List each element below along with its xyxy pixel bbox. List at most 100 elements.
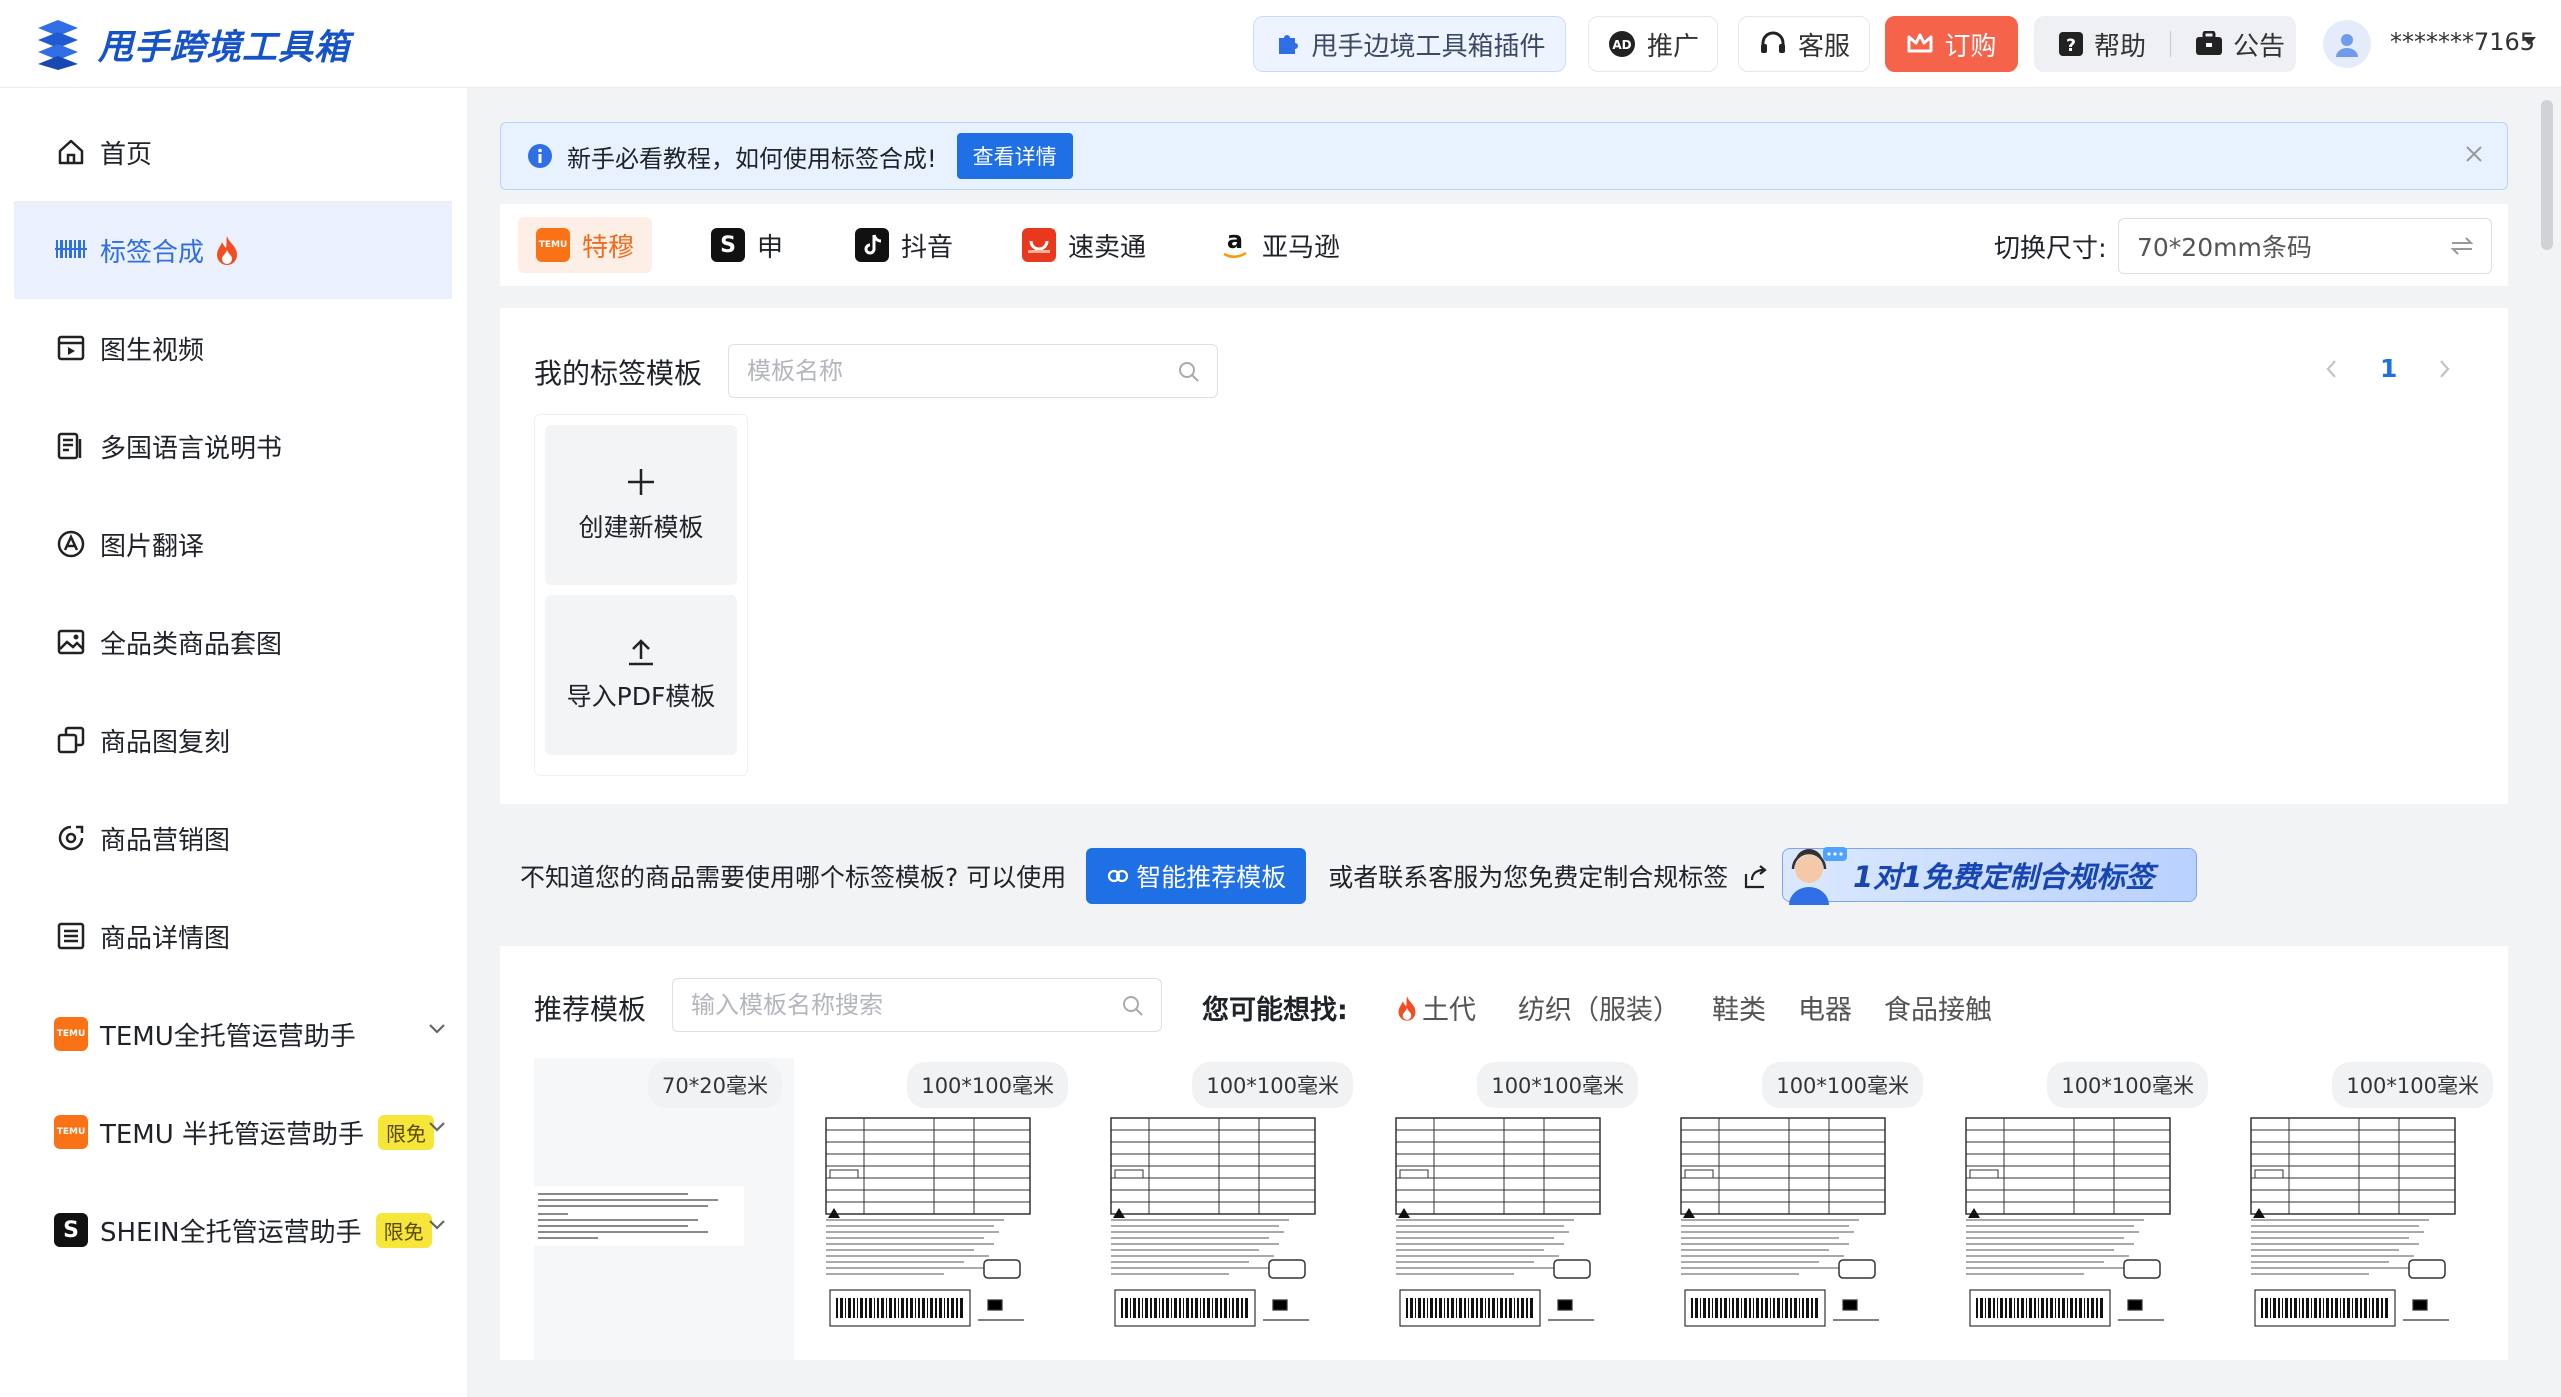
share-icon[interactable]	[1742, 862, 1770, 890]
customer-service-button[interactable]: 客服	[1738, 16, 1870, 72]
import-pdf-button[interactable]: 导入PDF模板	[545, 595, 737, 755]
create-template-button[interactable]: 创建新模板	[545, 425, 737, 585]
next-page-icon[interactable]	[2438, 358, 2452, 380]
label-preview	[824, 1114, 1032, 1334]
template-search-input[interactable]	[747, 357, 1123, 385]
briefcase-icon	[2195, 31, 2223, 57]
sidebar-item-temu-full[interactable]: TEMU TEMU全托管运营助手	[14, 985, 452, 1083]
template-thumb[interactable]: 100*100毫米	[820, 1058, 1080, 1360]
headset-icon	[1758, 29, 1788, 59]
sidebar-item-image-translate[interactable]: 图片翻译	[14, 495, 452, 593]
sidebar-item-label: TEMU 半托管运营助手	[100, 1119, 365, 1150]
plugin-button[interactable]: 甩手边境工具箱插件	[1253, 16, 1566, 72]
contact-text: 或者联系客服为您免费定制合规标签	[1328, 863, 1729, 892]
sidebar-item-detail[interactable]: 商品详情图	[14, 887, 452, 985]
help-button[interactable]: ? 帮助	[2034, 16, 2146, 72]
tag-electrical[interactable]: 电器	[1798, 988, 1852, 1027]
cs-label: 客服	[1797, 31, 1850, 62]
app-logo[interactable]: 甩手跨境工具箱	[34, 18, 350, 70]
avatar[interactable]	[2323, 20, 2371, 68]
tiktok-icon	[855, 228, 889, 262]
template-thumb[interactable]: 100*100毫米	[1960, 1058, 2220, 1360]
free-badge: 限免	[378, 1114, 435, 1150]
smart-recommend-button[interactable]: 智能推荐模板	[1086, 848, 1307, 904]
label-preview	[1109, 1114, 1317, 1334]
temu-icon: TEMU	[54, 1115, 88, 1149]
tag-shoes[interactable]: 鞋类	[1712, 988, 1766, 1027]
recommended-search-input[interactable]	[691, 991, 1067, 1019]
translate-icon	[54, 527, 88, 561]
template-thumb[interactable]: 100*100毫米	[1675, 1058, 1935, 1360]
search-icon	[1121, 994, 1145, 1018]
template-search[interactable]	[728, 344, 1218, 398]
template-thumb[interactable]: 100*100毫米	[1105, 1058, 1365, 1360]
create-label: 创建新模板	[578, 513, 704, 542]
sidebar-item-shein-full[interactable]: S SHEIN全托管运营助手 限免	[14, 1181, 452, 1279]
scrollbar[interactable]	[2541, 100, 2553, 250]
tab-shein[interactable]: S 申	[693, 217, 801, 273]
tab-label: 抖音	[901, 232, 954, 263]
sidebar-item-label: 图片翻译	[100, 531, 205, 562]
template-thumb[interactable]: 70*20毫米	[534, 1058, 794, 1360]
tab-douyin[interactable]: 抖音	[837, 217, 971, 273]
fire-icon	[1396, 994, 1418, 1022]
size-select[interactable]: 70*20mm条码	[2118, 218, 2492, 274]
sidebar-item-product-set[interactable]: 全品类商品套图	[14, 593, 452, 691]
notice-text: 新手必看教程，如何使用标签合成!	[567, 144, 937, 173]
tag-textile[interactable]: 纺织（服装）	[1518, 988, 1680, 1027]
sidebar: 首页 标签合成 图生视频 多国语言说明书 图片翻译 全品类商品套图 商品图复刻 …	[0, 88, 467, 1397]
promo-button[interactable]: AD 推广	[1588, 16, 1718, 72]
recommend-text: 不知道您的商品需要使用哪个标签模板? 可以使用	[520, 863, 1067, 892]
prev-page-icon[interactable]	[2324, 358, 2338, 380]
tab-label: 速卖通	[1068, 232, 1147, 263]
image-icon	[54, 625, 88, 659]
page-number[interactable]: 1	[2380, 354, 2397, 383]
sidebar-item-label: 全品类商品套图	[100, 629, 283, 660]
template-actions: 创建新模板 导入PDF模板	[534, 414, 748, 776]
swap-icon	[2449, 235, 2475, 257]
template-thumb[interactable]: 100*100毫米	[2245, 1058, 2505, 1360]
sidebar-item-image-to-video[interactable]: 图生视频	[14, 299, 452, 397]
chevron-down-icon[interactable]	[428, 1219, 446, 1231]
custom-label-banner[interactable]: 1对1免费定制合规标签	[1782, 847, 2197, 905]
amazon-icon: a	[1220, 228, 1250, 262]
announcement-button[interactable]: 公告	[2171, 16, 2285, 72]
sidebar-item-image-replicate[interactable]: 商品图复刻	[14, 691, 452, 789]
template-thumb[interactable]: 100*100毫米	[1390, 1058, 1650, 1360]
ad-icon: AD	[1607, 29, 1637, 59]
top-header: 甩手跨境工具箱 甩手边境工具箱插件 AD 推广 客服 订购 ? 帮助 公告 **…	[0, 0, 2561, 88]
recommended-search[interactable]	[672, 978, 1162, 1032]
sidebar-item-label: 首页	[100, 139, 153, 170]
tag-food-contact[interactable]: 食品接触	[1884, 988, 1992, 1027]
order-button[interactable]: 订购	[1885, 16, 2018, 72]
plus-icon	[625, 466, 657, 498]
shein-icon: S	[54, 1213, 88, 1247]
size-badge: 100*100毫米	[2332, 1062, 2493, 1108]
tab-aliexpress[interactable]: 速卖通	[1004, 217, 1164, 273]
sidebar-item-marketing[interactable]: 商品营销图	[14, 789, 452, 887]
info-icon	[527, 143, 553, 169]
sidebar-item-label: SHEIN全托管运营助手	[100, 1217, 362, 1248]
chevron-down-icon[interactable]	[428, 1121, 446, 1133]
sidebar-item-label: 商品营销图	[100, 825, 231, 856]
caret-down-icon[interactable]	[2520, 34, 2538, 48]
recommend-line: 不知道您的商品需要使用哪个标签模板? 可以使用 智能推荐模板 或者联系客服为您免…	[500, 844, 2508, 908]
tab-temu[interactable]: TEMU 特穆	[518, 217, 653, 273]
tab-label: 亚马逊	[1262, 232, 1341, 263]
sidebar-item-label: 多国语言说明书	[100, 433, 283, 464]
sidebar-item-temu-semi[interactable]: TEMU TEMU 半托管运营助手 限免	[14, 1083, 452, 1181]
close-icon[interactable]	[2463, 143, 2485, 165]
sidebar-item-label: 商品详情图	[100, 923, 231, 954]
banner-text: 1对1免费定制合规标签	[1853, 860, 2155, 894]
tab-amazon[interactable]: a 亚马逊	[1202, 217, 1358, 273]
sidebar-item-manual[interactable]: 多国语言说明书	[14, 397, 452, 495]
tag-hot[interactable]: 土代	[1396, 988, 1476, 1027]
sidebar-item-home[interactable]: 首页	[14, 103, 452, 201]
size-label: 切换尺寸:	[1994, 234, 2107, 264]
view-details-button[interactable]: 查看详情	[956, 133, 1073, 179]
sidebar-item-label: 商品图复刻	[100, 727, 231, 758]
chevron-down-icon[interactable]	[428, 1023, 446, 1035]
username[interactable]: *******7165	[2390, 28, 2535, 56]
link-icon	[1106, 864, 1130, 888]
sidebar-item-label-compose[interactable]: 标签合成	[14, 201, 452, 299]
